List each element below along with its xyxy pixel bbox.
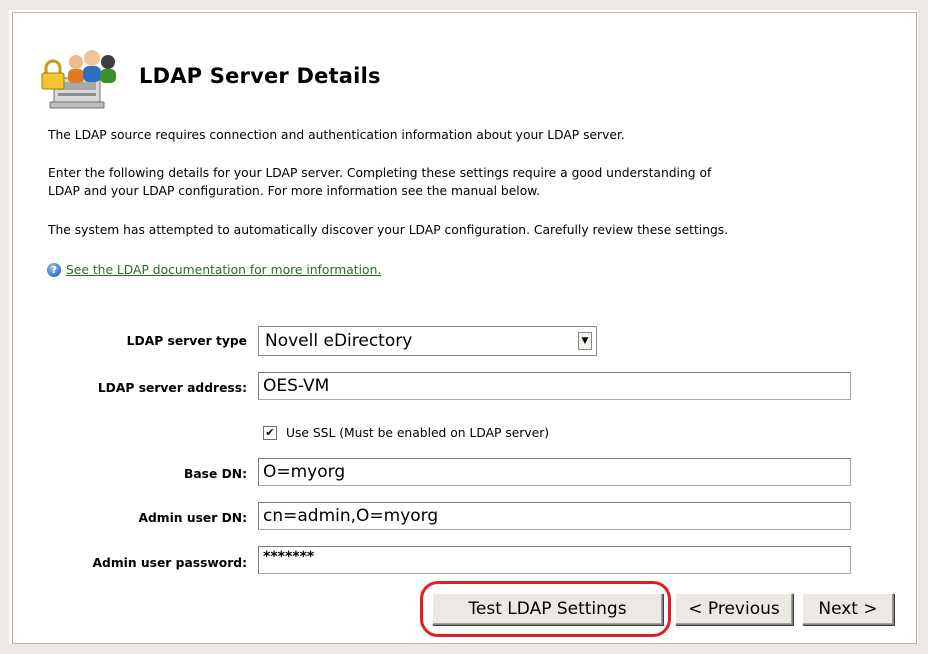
use-ssl-checkbox[interactable]: ✔ [263, 426, 277, 440]
server-address-input[interactable]: OES-VM [258, 372, 851, 400]
users-lock-server-icon [41, 50, 116, 109]
discovery-paragraph: The system has attempted to automaticall… [48, 223, 729, 237]
base-dn-label: Base DN: [183, 467, 247, 481]
checkmark-icon: ✔ [265, 426, 275, 439]
help-link-row: ? See the LDAP documentation for more in… [47, 261, 381, 279]
highlight-annotation [420, 581, 671, 637]
use-ssl-row: ✔ Use SSL (Must be enabled on LDAP serve… [263, 423, 549, 443]
admin-password-input[interactable]: ******* [258, 546, 851, 574]
intro-paragraph: The LDAP source requires connection and … [48, 128, 625, 142]
window-frame-left [0, 0, 9, 654]
use-ssl-label: Use SSL (Must be enabled on LDAP server) [286, 426, 550, 440]
admin-dn-input[interactable]: cn=admin,O=myorg [258, 502, 851, 530]
window-frame-top [0, 0, 928, 10]
server-type-select[interactable]: Novell eDirectory ▼ [258, 326, 597, 356]
window-frame-right [918, 0, 928, 654]
dropdown-arrow-icon[interactable]: ▼ [578, 332, 592, 350]
page-title: LDAP Server Details [139, 64, 381, 88]
details-paragraph-line2: LDAP and your LDAP configuration. For mo… [48, 184, 541, 198]
details-paragraph-line1: Enter the following details for your LDA… [48, 166, 712, 180]
window-frame-bottom [0, 644, 928, 654]
base-dn-input[interactable]: O=myorg [258, 458, 851, 486]
previous-button[interactable]: < Previous [675, 593, 793, 625]
help-icon: ? [47, 263, 61, 277]
admin-password-label: Admin user password: [92, 556, 247, 570]
server-type-value: Novell eDirectory [265, 331, 413, 351]
ldap-documentation-link[interactable]: See the LDAP documentation for more info… [66, 263, 381, 277]
next-button[interactable]: Next > [802, 593, 894, 625]
server-type-label: LDAP server type [126, 334, 247, 348]
server-address-label: LDAP server address: [97, 381, 247, 395]
admin-dn-label: Admin user DN: [138, 511, 247, 525]
